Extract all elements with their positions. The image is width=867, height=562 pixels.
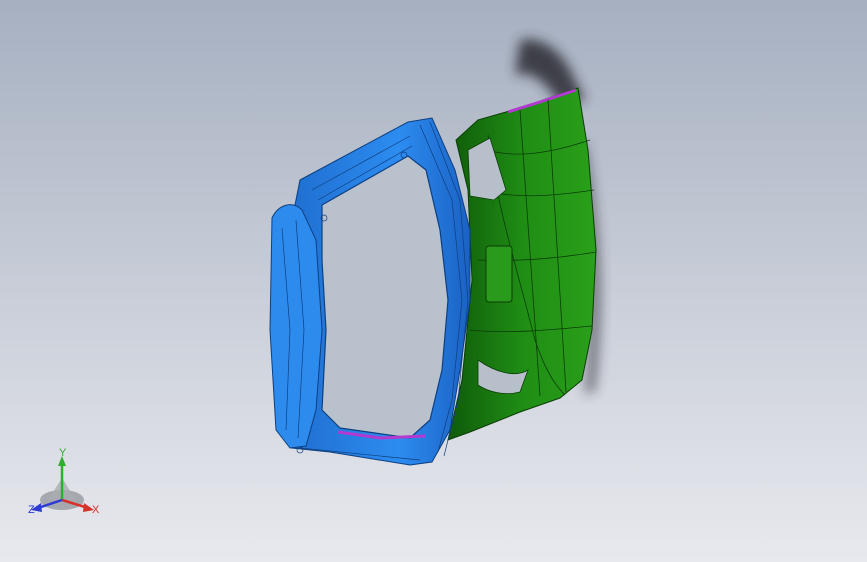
graphics-viewport[interactable]: Y X Z: [0, 0, 867, 562]
license-plate-recess: [485, 245, 513, 303]
axis-z-label: Z: [28, 504, 35, 516]
axis-y-label: Y: [59, 447, 67, 459]
triad-graphic: [31, 456, 94, 512]
window-opening: [321, 155, 449, 439]
cad-model-tailgate[interactable]: [0, 0, 867, 562]
left-side-rail[interactable]: [269, 204, 323, 449]
reference-triad[interactable]: Y X Z: [22, 448, 112, 528]
axis-x-label: X: [92, 504, 100, 516]
